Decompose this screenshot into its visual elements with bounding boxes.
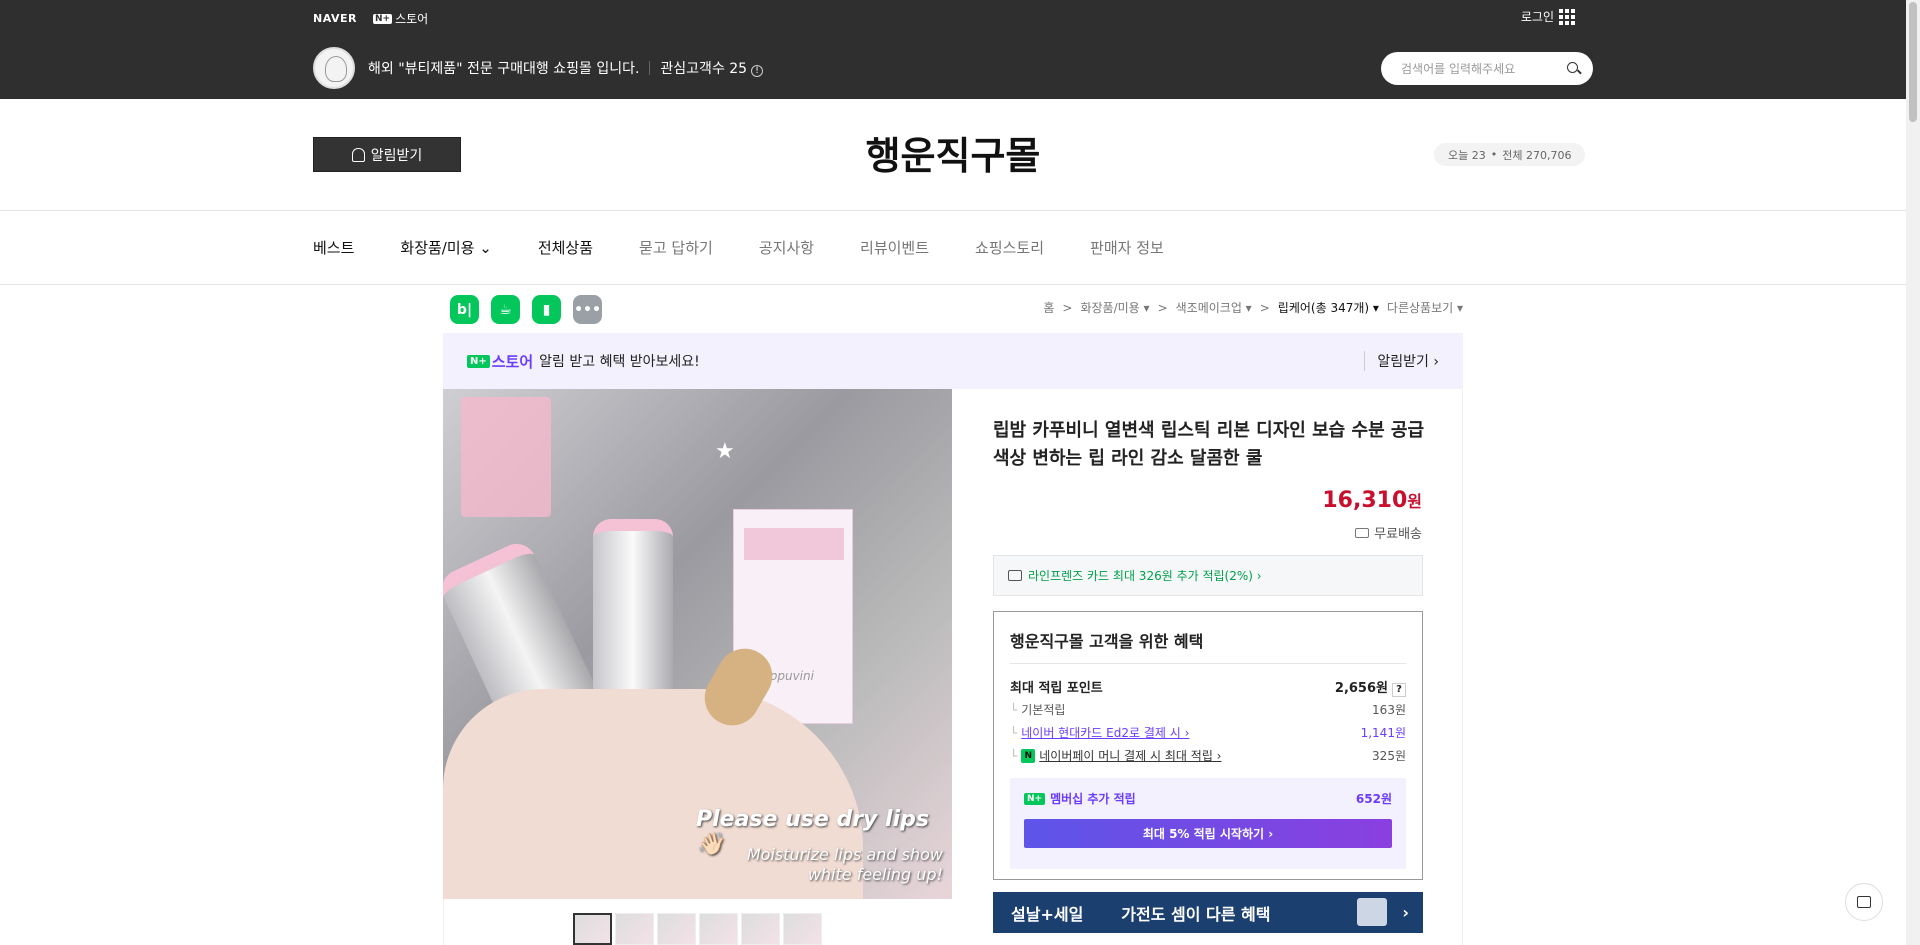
nav-item-notice[interactable]: 공지사항: [759, 237, 814, 258]
visitor-counter: 오늘 23 • 전체 270,706: [1434, 143, 1586, 166]
breadcrumb-separator: >: [1157, 300, 1168, 315]
search-box: [1381, 52, 1593, 85]
breadcrumb-cat3[interactable]: 립케어(총 347개) ▾: [1278, 299, 1379, 316]
breadcrumb: 홈 > 화장품/미용 ▾ > 색조메이크업 ▾ > 립케어(총 347개) ▾ …: [1043, 299, 1463, 316]
product-price: 16,310원: [1322, 488, 1422, 513]
start-membership-button[interactable]: 최대 5% 적립 시작하기 ›: [1024, 819, 1392, 848]
nplus-badge: N+: [372, 13, 393, 24]
promo-notify-link[interactable]: 알림받기 ›: [1364, 351, 1439, 371]
promo-banner: N+ 스토어 알림 받고 혜택 받아보세요! 알림받기 ›: [443, 333, 1463, 389]
nav-item-review-event[interactable]: 리뷰이벤트: [860, 237, 929, 258]
top-bar: NAVER N+ 스토어 로그인 해외 "뷰티제품" 전문 구매대행 쇼핑몰 입…: [0, 0, 1906, 99]
more-icon[interactable]: •••: [573, 295, 602, 324]
thumbnail[interactable]: [741, 913, 780, 945]
nplus-store-logo: N+ 스토어: [467, 351, 533, 372]
naver-logo[interactable]: NAVER: [313, 12, 357, 25]
seller-info: 해외 "뷰티제품" 전문 구매대행 쇼핑몰 입니다. 관심고객수 25!: [368, 58, 764, 78]
banner-label: 설날+세일: [1011, 904, 1084, 924]
card-benefit-text: 라인프렌즈 카드 최대 326원 추가 적립(2%) ›: [1028, 569, 1262, 583]
nav-item-best[interactable]: 베스트: [313, 237, 354, 258]
nav-item-shopping-story[interactable]: 쇼핑스토리: [975, 237, 1044, 258]
nav-item-all-products[interactable]: 전체상품: [538, 237, 593, 258]
card-points-link[interactable]: └ 네이버 현대카드 Ed2로 결제 시 ›: [1010, 724, 1189, 741]
thumbnail-strip: [573, 913, 822, 945]
divider: [1010, 663, 1406, 664]
talk-icon[interactable]: ▮: [532, 295, 561, 324]
info-icon[interactable]: !: [751, 65, 764, 77]
card-icon: [1008, 570, 1022, 581]
max-points-label: 최대 적립 포인트: [1010, 681, 1103, 696]
scrollbar-thumb[interactable]: [1909, 2, 1917, 122]
nav-item-cosmetics[interactable]: 화장품/미용 ⌄: [400, 237, 491, 258]
breadcrumb-home[interactable]: 홈: [1043, 299, 1054, 316]
image-decoration: [461, 397, 551, 517]
nstore-logo[interactable]: N+ 스토어: [372, 10, 429, 27]
benefit-title: 행운직구몰 고객을 위한 혜택: [1010, 632, 1204, 651]
truck-icon: [1355, 527, 1370, 538]
apps-grid-icon[interactable]: [1559, 9, 1575, 25]
chevron-down-icon: ⌄: [479, 239, 492, 257]
breadcrumb-other[interactable]: 다른상품보기 ▾: [1387, 299, 1463, 316]
card-benefit[interactable]: 라인프렌즈 카드 최대 326원 추가 적립(2%) ›: [993, 555, 1423, 596]
points-row-npay: └ N 네이버페이 머니 결제 시 최대 적립 › 325원: [1010, 747, 1406, 764]
divider: [649, 61, 651, 75]
promo-text: 알림 받고 혜택 받아보세요!: [539, 354, 700, 370]
sale-banner[interactable]: 설날+세일 가전도 셈이 다른 혜택 ›: [993, 892, 1423, 933]
search-icon[interactable]: [1567, 61, 1581, 76]
visitors-total: 전체 270,706: [1502, 148, 1572, 162]
cafe-icon[interactable]: ☕: [491, 295, 520, 324]
row-value: 325원: [1372, 749, 1406, 763]
help-icon[interactable]: ?: [1392, 683, 1406, 697]
delivery-info: 무료배송: [1355, 523, 1422, 542]
row-label: └ 기본적립: [1010, 702, 1066, 718]
seller-description: 해외 "뷰티제품" 전문 구매대행 쇼핑몰 입니다.: [368, 61, 640, 77]
share-button[interactable]: [1845, 883, 1883, 921]
store-nav: 베스트 화장품/미용 ⌄ 전체상품 묻고 답하기 공지사항 리뷰이벤트 쇼핑스토…: [313, 211, 1164, 284]
scrollbar[interactable]: [1906, 0, 1920, 945]
chevron-right-icon: ›: [1402, 903, 1409, 922]
thumbnail[interactable]: [615, 913, 654, 945]
npay-icon: N: [1021, 748, 1036, 763]
store-header: 알림받기 행운직구몰 오늘 23 • 전체 270,706: [0, 99, 1906, 211]
thumbnail[interactable]: [573, 913, 612, 945]
thumbnail[interactable]: [657, 913, 696, 945]
visitors-today: 오늘 23: [1448, 148, 1486, 162]
banner-text: 가전도 셈이 다른 혜택: [1121, 904, 1271, 924]
breadcrumb-separator: >: [1259, 300, 1270, 315]
thumbnail[interactable]: [699, 913, 738, 945]
share-icon: [1857, 896, 1871, 908]
membership-section: N+ 멤버십 추가 적립 652원 최대 5% 적립 시작하기 ›: [1010, 778, 1406, 869]
max-points-row: 최대 적립 포인트 2,656원?: [1010, 677, 1406, 697]
product-image[interactable]: ★ Cappuvini Please use dry lips👋🏻 Moistu…: [443, 389, 952, 899]
followers-count: 관심고객수 25!: [660, 58, 764, 78]
store-label: 스토어: [395, 12, 429, 26]
blog-icon[interactable]: b|: [450, 295, 479, 324]
membership-value: 652원: [1355, 792, 1392, 806]
login-link[interactable]: 로그인: [1521, 8, 1554, 25]
brand-row: NAVER N+ 스토어: [313, 10, 428, 27]
breadcrumb-cat1[interactable]: 화장품/미용 ▾: [1080, 299, 1149, 316]
appliance-icon: [1357, 898, 1387, 926]
thumbnail[interactable]: [783, 913, 822, 945]
row-value: 1,141원: [1360, 726, 1406, 740]
seller-avatar: [313, 47, 355, 89]
visitors-dot: •: [1490, 148, 1498, 161]
star-icon: ★: [715, 439, 735, 464]
search-input[interactable]: [1401, 61, 1567, 76]
points-row-card: └ 네이버 현대카드 Ed2로 결제 시 › 1,141원: [1010, 724, 1406, 741]
breadcrumb-cat2[interactable]: 색조메이크업 ▾: [1176, 299, 1252, 316]
npay-points-link[interactable]: └ N 네이버페이 머니 결제 시 최대 적립 ›: [1010, 747, 1221, 764]
store-title[interactable]: 행운직구몰: [0, 125, 1906, 180]
nav-item-qna[interactable]: 묻고 답하기: [639, 237, 713, 258]
benefit-box: 행운직구몰 고객을 위한 혜택 최대 적립 포인트 2,656원? └ 기본적립 …: [993, 611, 1423, 880]
max-points-value: 2,656원?: [1335, 677, 1406, 697]
product-title: 립밤 카푸비니 열변색 립스틱 리본 디자인 보습 수분 공급 색상 변하는 립…: [993, 420, 1425, 469]
membership-label: N+ 멤버십 추가 적립: [1024, 790, 1136, 807]
points-row-basic: └ 기본적립 163원: [1010, 701, 1406, 718]
nav-item-seller-info[interactable]: 판매자 정보: [1090, 237, 1164, 258]
breadcrumb-separator: >: [1062, 300, 1073, 315]
row-value: 163원: [1372, 703, 1406, 717]
image-caption-sub: Moisturize lips and show white feeling u…: [746, 845, 943, 884]
share-icons: b| ☕ ▮ •••: [450, 295, 602, 324]
